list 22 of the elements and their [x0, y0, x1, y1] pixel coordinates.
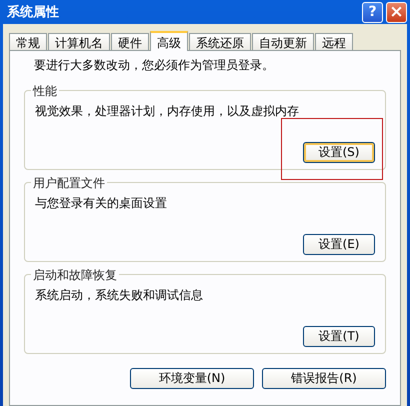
tab[interactable]: 常规 — [9, 33, 47, 50]
help-button[interactable]: ? — [362, 2, 383, 22]
group-description: 系统启动，系统失败和调试信息 — [35, 287, 204, 304]
group-description: 与您登录有关的桌面设置 — [35, 195, 168, 212]
tab[interactable]: 高级 — [150, 31, 188, 51]
tab[interactable]: 自动更新 — [252, 33, 314, 50]
tab[interactable]: 远程 — [315, 33, 353, 50]
group-description: 视觉效果，处理器计划，内存使用，以及虚拟内存 — [35, 103, 300, 120]
admin-notice: 要进行大多数改动，您必须作为管理员登录。 — [33, 57, 275, 74]
dialog-button[interactable]: 错误报告(R) — [262, 368, 386, 389]
settings-button[interactable]: 设置(S) — [303, 142, 375, 163]
group-title: 启动和故障恢复 — [31, 267, 119, 284]
tab[interactable]: 计算机名 — [48, 33, 110, 50]
group-title: 性能 — [31, 83, 59, 100]
tab[interactable]: 硬件 — [111, 33, 149, 50]
tab[interactable]: 系统还原 — [189, 33, 251, 50]
settings-button[interactable]: 设置(E) — [303, 234, 375, 255]
dialog-button[interactable]: 环境变量(N) — [130, 368, 254, 389]
settings-button[interactable]: 设置(T) — [303, 326, 375, 347]
group-title: 用户配置文件 — [31, 175, 107, 192]
close-button[interactable]: × — [386, 2, 407, 22]
window-title: 系统属性 — [7, 4, 60, 21]
